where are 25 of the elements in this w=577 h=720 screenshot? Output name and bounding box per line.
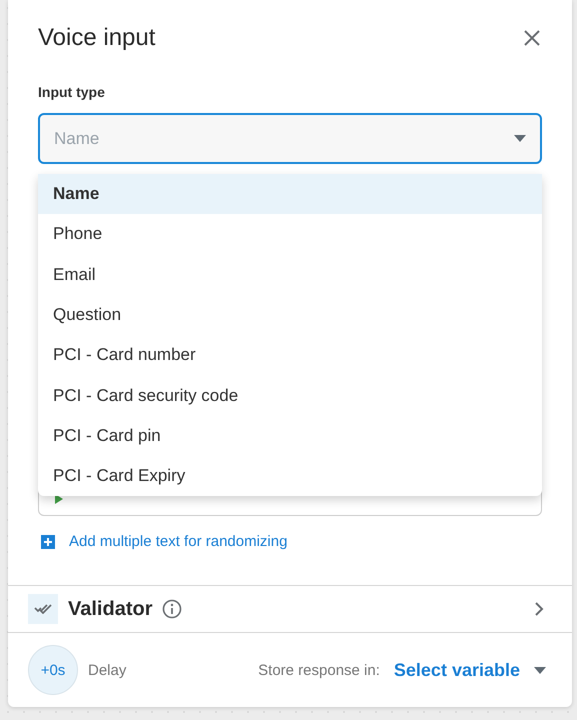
field-label: Input type: [38, 84, 106, 100]
dropdown-option[interactable]: PCI - Card pin: [38, 416, 542, 456]
dropdown-option[interactable]: PCI - Card Expiry: [38, 456, 542, 496]
dropdown-option[interactable]: PCI - Card number: [38, 335, 542, 376]
dropdown-option[interactable]: Phone: [38, 214, 542, 255]
dropdown-option[interactable]: Question: [38, 294, 542, 336]
delay-label: Delay: [88, 662, 126, 678]
variable-select[interactable]: Select variable: [394, 660, 546, 680]
validator-title: Validator: [68, 598, 152, 620]
caret-icon: [534, 666, 546, 674]
store-response-label: Store response in:: [258, 662, 380, 678]
play-icon: [55, 494, 63, 504]
add-text-link[interactable]: Add multiple text for randomizing: [41, 533, 542, 550]
add-icon: [41, 534, 55, 548]
dropdown-option[interactable]: Email: [38, 254, 542, 295]
caret-icon: [514, 135, 526, 142]
delay-button[interactable]: +0s: [28, 645, 78, 695]
chevron-right-icon: [534, 601, 544, 617]
close-icon: [524, 30, 540, 46]
dropdown-option[interactable]: Name: [38, 174, 542, 214]
dialog-title: Voice input: [38, 24, 156, 52]
dropdown-option[interactable]: PCI - Card security code: [38, 375, 542, 416]
info-icon: [162, 599, 182, 619]
double-check-icon: [28, 594, 58, 624]
validator-row[interactable]: Validator: [8, 585, 572, 633]
